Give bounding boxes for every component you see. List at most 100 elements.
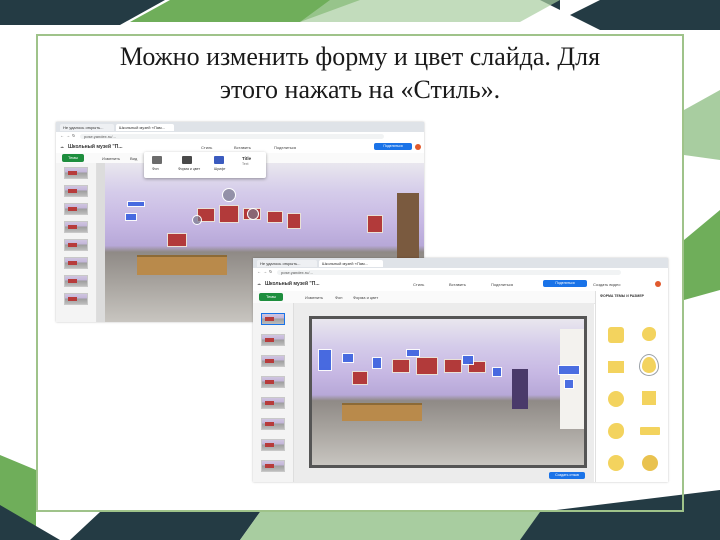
info-marker[interactable] (492, 367, 502, 377)
browser-tab[interactable]: Не удалось открыть... (257, 260, 317, 267)
toolbar-view[interactable]: Вид (130, 156, 137, 161)
slide-thumbnail[interactable] (261, 418, 285, 430)
slide-title: Можно изменить форму и цвет слайда. Для … (40, 40, 680, 106)
wall-edge (97, 163, 105, 322)
menu-insert[interactable]: Вставить (449, 282, 466, 287)
browser-tab[interactable]: Не удалось открыть... (60, 124, 114, 131)
slide-thumbnail-selected[interactable] (261, 313, 285, 325)
slide-thumbnail[interactable] (261, 334, 285, 346)
display-counter (342, 403, 422, 421)
menu-share[interactable]: Поделиться (274, 145, 296, 150)
browser-tab-active[interactable]: Школьный музей «Пам... (116, 124, 174, 131)
toolbar-edit[interactable]: Изменить (305, 295, 323, 300)
back-arrow-icon[interactable]: ← (257, 269, 261, 274)
slide-thumbnail[interactable] (64, 293, 88, 305)
style-option-title[interactable]: Title (242, 156, 251, 161)
forward-arrow-icon[interactable]: → (263, 269, 267, 274)
reload-icon[interactable]: ↻ (72, 133, 75, 138)
slide-thumbnail[interactable] (64, 239, 88, 251)
app-title[interactable]: Школьный музей "П... (68, 144, 123, 150)
exhibit-stand (444, 359, 462, 373)
share-button[interactable]: Поделиться (374, 143, 412, 150)
toolbar-background[interactable]: Фон (335, 295, 342, 300)
style-option-background[interactable]: Фон (152, 167, 159, 171)
menu-style[interactable]: Стиль (413, 282, 424, 287)
slide-thumbnail[interactable] (64, 257, 88, 269)
shape-option-square[interactable] (642, 391, 656, 405)
url-field[interactable]: pose.yandex.ru/... (277, 270, 621, 275)
themes-button[interactable]: Темы (259, 293, 283, 301)
exhibit-stand (416, 357, 438, 375)
door (397, 193, 419, 263)
display-counter (137, 255, 227, 275)
slide-thumbnail[interactable] (64, 203, 88, 215)
menu-share[interactable]: Поделиться (491, 282, 513, 287)
app-title[interactable]: Школьный музей "П... (265, 281, 320, 287)
cloud-icon: ☁ (60, 144, 64, 149)
info-marker[interactable] (558, 365, 580, 375)
style-option-shape-color[interactable]: Форма и цвет (178, 167, 200, 171)
slide-thumbnail[interactable] (64, 275, 88, 287)
share-button[interactable]: Поделиться (543, 280, 587, 287)
avatar[interactable] (655, 281, 661, 287)
shape-option-leaf[interactable] (639, 354, 659, 376)
panel-title: ФОРМА ТЕМЫ И РАЗМЕР (600, 294, 645, 298)
shape-option-rounded-square[interactable] (608, 327, 624, 343)
panorama-image[interactable] (309, 316, 587, 468)
exhibit-stand (352, 371, 368, 385)
shape-option-wide-rectangle[interactable] (640, 427, 660, 435)
reload-icon[interactable]: ↻ (269, 269, 272, 274)
toolbar-shape-color[interactable]: Форма и цвет (353, 295, 378, 300)
forward-arrow-icon[interactable]: → (66, 133, 70, 138)
hotspot[interactable] (192, 215, 202, 225)
menu-insert[interactable]: Вставить (234, 145, 251, 150)
menu-style[interactable]: Стиль (201, 145, 212, 150)
shape-option-circle-dark[interactable] (642, 455, 658, 471)
info-marker[interactable] (342, 353, 354, 363)
avatar[interactable] (415, 144, 421, 150)
info-marker[interactable] (127, 201, 145, 207)
slide-title-line-2: этого нажать на «Стиль». (219, 75, 501, 104)
style-option-text[interactable]: Text (242, 162, 248, 166)
shape-style-panel: ФОРМА ТЕМЫ И РАЗМЕР (595, 291, 668, 482)
info-marker[interactable] (125, 213, 137, 221)
slide-thumbnail[interactable] (64, 221, 88, 233)
shape-option-rectangle[interactable] (608, 361, 624, 373)
slide-thumbnail[interactable] (64, 167, 88, 179)
slide-thumbnail[interactable] (261, 397, 285, 409)
font-icon[interactable] (214, 156, 224, 164)
slide-sidebar (56, 163, 97, 322)
background-icon[interactable] (152, 156, 162, 164)
shape-color-icon[interactable] (182, 156, 192, 164)
slide-thumbnail[interactable] (261, 439, 285, 451)
shape-option-blob-alt[interactable] (608, 423, 624, 439)
slide-sidebar (253, 303, 294, 482)
create-feedback-button[interactable]: Создать отзыв (549, 472, 585, 479)
url-field[interactable]: pose.yandex.ru/... (80, 134, 384, 139)
hotspot[interactable] (222, 188, 236, 202)
browser-tab-active[interactable]: Школьный музей «Пам... (319, 260, 383, 267)
create-video-link[interactable]: Создать видео (593, 282, 620, 287)
info-marker[interactable] (564, 379, 574, 389)
style-option-font[interactable]: Шрифт (214, 167, 226, 171)
exhibit-stand (167, 233, 187, 247)
info-marker[interactable] (406, 349, 420, 357)
shape-option-blob[interactable] (642, 327, 656, 341)
themes-button[interactable]: Темы (62, 154, 84, 162)
info-marker[interactable] (462, 355, 474, 365)
slide-title-line-1: Можно изменить форму и цвет слайда. Для (119, 42, 601, 71)
shape-option-circle-alt[interactable] (608, 455, 624, 471)
app-header: ☁ Школьный музей "П... Стиль Вставить По… (253, 277, 668, 292)
slide-thumbnail[interactable] (261, 355, 285, 367)
hotspot[interactable] (247, 208, 259, 220)
info-marker[interactable] (318, 349, 332, 371)
shape-option-circle[interactable] (608, 391, 624, 407)
info-marker[interactable] (372, 357, 382, 369)
slide-thumbnail[interactable] (261, 376, 285, 388)
back-arrow-icon[interactable]: ← (60, 133, 64, 138)
exhibit-stand (267, 211, 283, 223)
toolbar-edit[interactable]: Изменить (102, 156, 120, 161)
slide-thumbnail[interactable] (261, 460, 285, 472)
cloud-icon: ☁ (257, 281, 261, 286)
slide-thumbnail[interactable] (64, 185, 88, 197)
